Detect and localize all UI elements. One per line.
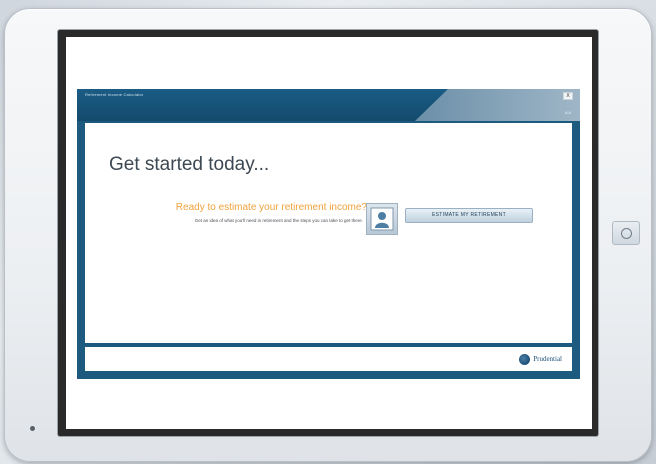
app-titlebar: Retirement Income Calculator X A A: [77, 89, 580, 121]
estimate-prompt: Ready to estimate your retirement income…: [175, 202, 367, 213]
home-ring-icon: [621, 228, 632, 239]
titlebar-decoration: [415, 89, 580, 121]
app-window: Retirement Income Calculator X A A Get s…: [77, 89, 580, 379]
prudential-logo-icon: [519, 353, 531, 365]
brand: Prudential: [519, 353, 562, 365]
font-size-control[interactable]: A A: [565, 110, 571, 115]
home-button-icon[interactable]: [612, 221, 640, 245]
footer-bar: Prudential: [85, 347, 572, 371]
window-title: Retirement Income Calculator: [85, 92, 144, 97]
person-icon: [366, 203, 398, 235]
estimate-description: Get an idea of what you'll need in retir…: [194, 218, 363, 223]
page-title: Get started today...: [109, 154, 270, 175]
brand-name: Prudential: [533, 355, 562, 363]
camera-icon: [30, 426, 35, 431]
close-button[interactable]: X: [563, 92, 573, 100]
estimate-retirement-button[interactable]: ESTIMATE MY RETIREMENT: [405, 208, 533, 223]
content-panel: Get started today... Ready to estimate y…: [85, 123, 572, 343]
